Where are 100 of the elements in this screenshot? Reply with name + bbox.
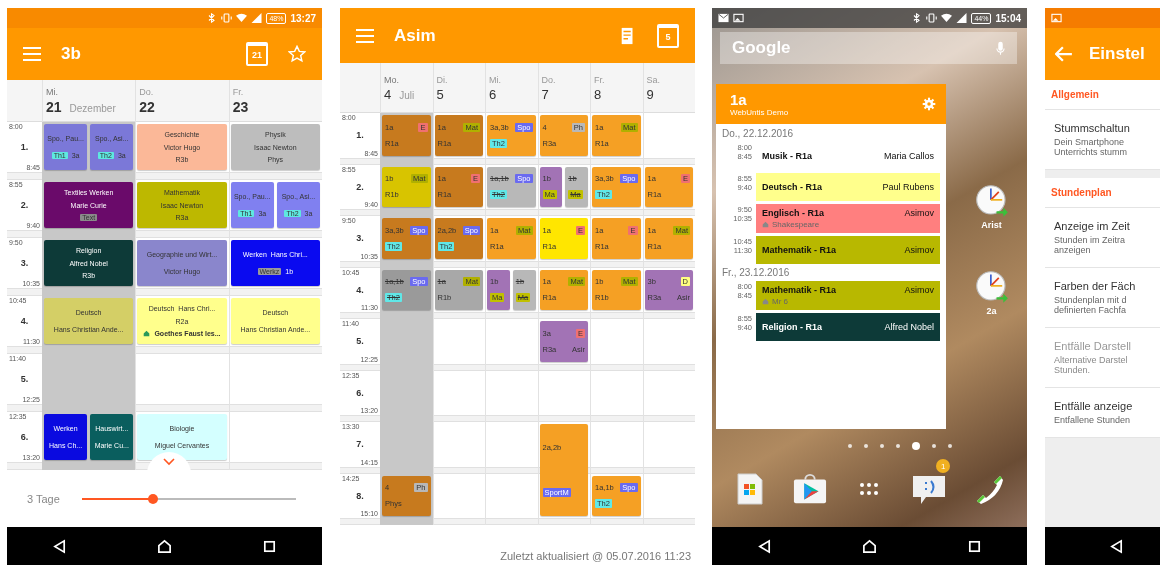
- lesson-card[interactable]: Mathematik - R1a Asimov Mr 6: [756, 281, 940, 310]
- star-icon[interactable]: [288, 45, 306, 63]
- settings-item[interactable]: Entfälle anzeige Entfallene Stunden: [1045, 388, 1160, 438]
- slider-thumb[interactable]: [147, 493, 158, 504]
- date-number: 9: [646, 86, 654, 102]
- date-number: 4: [384, 86, 392, 102]
- period-number: 1.: [356, 130, 364, 141]
- day-header[interactable]: Mo. 4 Juli: [380, 63, 433, 113]
- period-number: 2.: [20, 200, 29, 210]
- shortcut-label: Arist: [981, 220, 1002, 230]
- mail-icon: [718, 13, 729, 23]
- home-icon[interactable]: [157, 538, 172, 554]
- notification-badge: 1: [936, 459, 951, 473]
- weekday-label: Fr.: [594, 74, 606, 85]
- setting-summary: Stundenplan mit d: [1054, 295, 1128, 305]
- weekday-label: Di.: [436, 74, 449, 85]
- lesson-card[interactable]: Englisch - R1a Asimov Shakespeare: [756, 204, 940, 233]
- lesson-card[interactable]: Mathematik - R1a Asimov: [756, 236, 940, 264]
- day-heading: Fr., 23.12.2016: [722, 267, 791, 278]
- period-number: 4.: [356, 284, 364, 295]
- setting-summary: Stunden im Zeitra: [1054, 235, 1127, 245]
- clock-time: 15:04: [995, 12, 1021, 24]
- setting-summary: Dein Smartphone: [1054, 137, 1126, 147]
- lesson-card[interactable]: Deutsch - R1a Paul Rubens: [756, 173, 940, 201]
- settings-item[interactable]: Farben der Fäch Stundenplan mit d definierten Fachfa: [1045, 268, 1160, 328]
- day-header[interactable]: Sa. 9: [642, 63, 695, 113]
- setting-title: Entfälle anzeige: [1054, 400, 1134, 412]
- lesson-subject: Mathematik - R1a: [762, 245, 837, 255]
- shortcut-label: 2a: [986, 306, 997, 316]
- settings-item[interactable]: Stummschaltun Dein Smartphone Unterrichts stumm: [1045, 110, 1160, 170]
- chat-bubble-icon[interactable]: [912, 473, 947, 505]
- lesson-subject: Mathematik - R1a: [762, 285, 837, 295]
- back-icon[interactable]: [1109, 538, 1124, 554]
- lesson-teacher: Paul Rubens: [882, 182, 934, 192]
- lesson-card[interactable]: Religion - R1a Alfred Nobel: [756, 313, 940, 341]
- home-icon: [762, 221, 769, 228]
- date-number: 23: [232, 99, 249, 115]
- recent-apps-icon[interactable]: [967, 538, 982, 554]
- toolbar-title: Einstel: [1089, 44, 1145, 64]
- image-icon: [733, 13, 744, 23]
- toolbar-title: 3b: [61, 44, 81, 64]
- weekday-label: Mi.: [489, 74, 502, 85]
- vibrate-icon: [221, 13, 233, 23]
- signal-icon: [251, 13, 263, 23]
- setting-title: Entfälle Darstell: [1054, 340, 1133, 352]
- date-number: 7: [541, 86, 549, 102]
- lesson-teacher: Alfred Nobel: [884, 322, 934, 332]
- bluetooth-icon: [206, 13, 218, 23]
- setting-title: Stummschaltun: [1054, 122, 1131, 134]
- period-number: 1.: [20, 142, 29, 152]
- period-number: 7.: [356, 439, 364, 450]
- store-bag-icon[interactable]: [792, 473, 827, 505]
- setting-title: Farben der Fäch: [1054, 280, 1137, 292]
- date-number: 21: [46, 99, 62, 115]
- weekday-label: Mo.: [384, 74, 400, 85]
- month-label: Juli: [399, 89, 415, 101]
- day-header[interactable]: Di. 5: [432, 63, 485, 113]
- wifi-icon: [236, 13, 248, 23]
- toolbar-title: Asim: [394, 25, 436, 46]
- period-number: 4.: [20, 316, 29, 326]
- back-icon[interactable]: [757, 538, 772, 554]
- day-heading: Do., 22.12.2016: [722, 128, 795, 139]
- weekday-label: Sa.: [646, 74, 661, 85]
- lesson-subject: Musik - R1a: [762, 151, 812, 161]
- back-icon[interactable]: [52, 538, 67, 554]
- wifi-icon: [941, 13, 953, 23]
- lesson-subject: Religion - R1a: [762, 322, 822, 332]
- last-updated-text: Zuletzt aktualisiert @ 05.07.2016 11:23: [500, 550, 691, 562]
- setting-summary: Stunden.: [1054, 365, 1092, 375]
- weekday-label: Fr.: [232, 87, 245, 97]
- section-heading: Allgemein: [1045, 80, 1160, 110]
- setting-title: Anzeige im Zeit: [1054, 220, 1131, 232]
- month-label: Dezember: [69, 103, 116, 114]
- clock-shortcut-icon[interactable]: [974, 270, 1009, 304]
- chevron-down-icon: [163, 458, 175, 466]
- day-header[interactable]: Fr. 8: [590, 63, 643, 113]
- home-icon[interactable]: [862, 538, 877, 554]
- widget-subtitle: WebUntis Demo: [730, 108, 790, 117]
- day-header[interactable]: Do. 22: [135, 80, 229, 122]
- day-header[interactable]: Fr. 23: [228, 80, 322, 122]
- day-header[interactable]: Mi. 6: [485, 63, 538, 113]
- image-icon: [1051, 13, 1062, 23]
- period-number: 3.: [20, 258, 29, 268]
- settings-item[interactable]: Anzeige im Zeit Stunden im Zeitra anzeigen: [1045, 208, 1160, 268]
- weekday-label: Mi.: [46, 87, 59, 97]
- clock-time: 13:27: [290, 12, 316, 24]
- setting-summary: anzeigen: [1054, 245, 1092, 255]
- day-header[interactable]: Mi. 21 Dezember: [42, 80, 136, 122]
- period-number: 5.: [20, 374, 29, 384]
- day-header[interactable]: Do. 7: [537, 63, 590, 113]
- recent-apps-icon[interactable]: [262, 538, 277, 554]
- date-number: 22: [139, 99, 155, 115]
- clock-shortcut-icon[interactable]: [974, 184, 1009, 218]
- day-count-label: 3 Tage: [27, 492, 60, 505]
- lesson-teacher: Asimov: [904, 285, 934, 295]
- date-number: 6: [489, 86, 497, 102]
- period-number: 3.: [356, 233, 364, 244]
- lesson-subject: Deutsch - R1a: [762, 182, 823, 192]
- date-number: 8: [594, 86, 602, 102]
- weekday-label: Do.: [139, 87, 155, 97]
